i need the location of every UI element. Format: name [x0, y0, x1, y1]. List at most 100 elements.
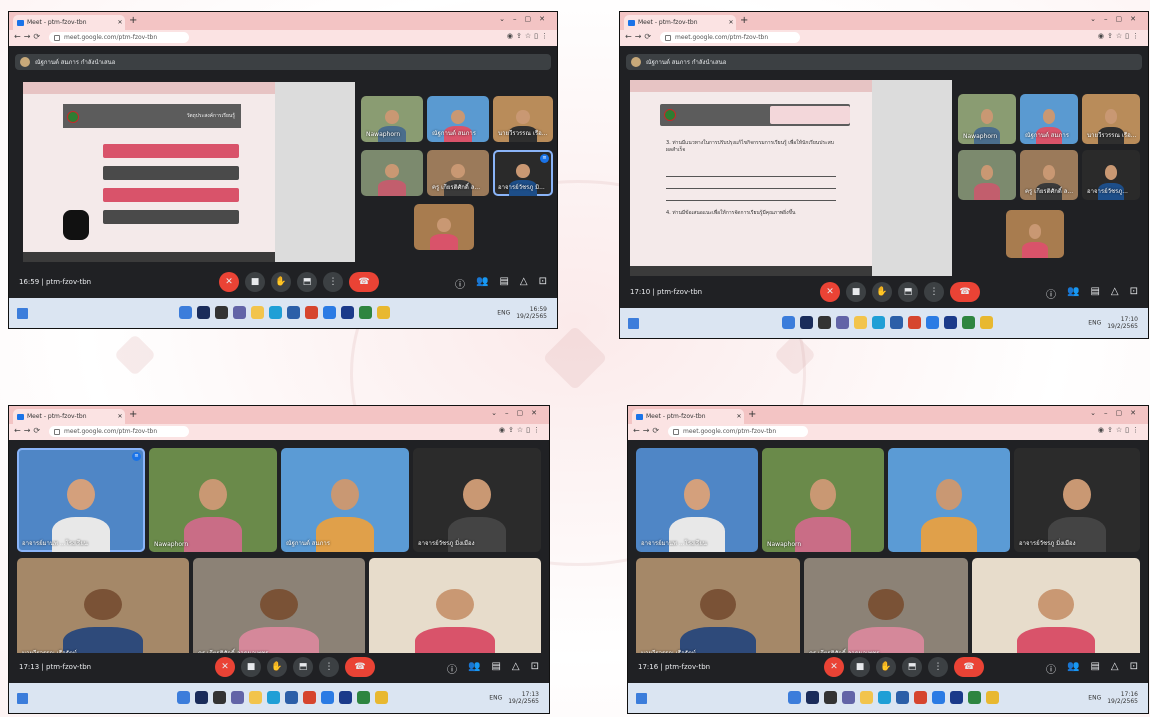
participant-tile[interactable]: นายวีรวรรณ เรือ...: [493, 96, 553, 142]
folder-icon[interactable]: [860, 691, 873, 704]
participant-tile[interactable]: ≡ อาจารย์มานพ ...โรงเรียน: [17, 448, 145, 552]
participant-tile[interactable]: นายวีรวรรณ เรือรัตน์: [636, 558, 800, 662]
window-controls[interactable]: ⌄–▢✕: [1090, 409, 1144, 417]
chat-app-icon[interactable]: [842, 691, 855, 704]
chrome-icon[interactable]: [986, 691, 999, 704]
close-tab-icon[interactable]: ✕: [734, 413, 744, 420]
info-icon[interactable]: ⓘ: [1046, 661, 1056, 676]
hand-icon[interactable]: ✋: [872, 282, 892, 302]
search-icon[interactable]: [195, 691, 208, 704]
hangup-icon[interactable]: ☎: [349, 272, 379, 292]
participant-tile[interactable]: [414, 204, 474, 250]
store-icon[interactable]: [287, 306, 300, 319]
browser-tools[interactable]: ◉⇪☆▯⋮: [499, 426, 543, 434]
app-icon[interactable]: [359, 306, 372, 319]
activities-icon[interactable]: △: [520, 276, 528, 291]
hangup-icon[interactable]: ☎: [950, 282, 980, 302]
browser-tools[interactable]: ◉⇪☆▯⋮: [1098, 32, 1142, 40]
participant-tile[interactable]: [958, 150, 1016, 200]
folder-icon[interactable]: [251, 306, 264, 319]
search-icon[interactable]: [800, 316, 813, 329]
search-icon[interactable]: [806, 691, 819, 704]
present-icon[interactable]: ⬒: [902, 657, 922, 677]
lock-icon[interactable]: ⊡: [1130, 286, 1138, 301]
people-icon[interactable]: 👥: [1067, 286, 1079, 301]
participant-tile[interactable]: ≡ อาจารย์วัชรภู มิ...: [493, 150, 553, 196]
present-icon[interactable]: ⬒: [293, 657, 313, 677]
edge-icon[interactable]: [878, 691, 891, 704]
browser-tab[interactable]: Meet - ptm-fzov-tbn ✕: [632, 409, 744, 424]
url-field[interactable]: meet.google.com/ptm-fzov-tbn: [49, 32, 189, 43]
nav-buttons[interactable]: ←→⟳: [14, 426, 43, 435]
chat-icon[interactable]: ▤: [1090, 286, 1099, 301]
new-tab-button[interactable]: +: [748, 409, 756, 421]
hand-icon[interactable]: ✋: [876, 657, 896, 677]
participant-tile[interactable]: [972, 558, 1140, 662]
info-icon[interactable]: ⓘ: [1046, 286, 1056, 301]
system-tray[interactable]: ENG 16:59 19/2/2565: [497, 306, 547, 320]
window-controls[interactable]: ⌄–▢✕: [1090, 15, 1144, 23]
participant-tile[interactable]: นายวีรวรรณ เรือ...: [1082, 94, 1140, 144]
participant-tile[interactable]: อาจารย์วัชรภู มิ่งเมือง: [413, 448, 541, 552]
participant-tile[interactable]: ครู เกียรติศักดิ์ ลาดนาเพชร: [193, 558, 365, 662]
start-icon[interactable]: [179, 306, 192, 319]
camera-icon[interactable]: ■: [245, 272, 265, 292]
browser-tools[interactable]: ◉⇪☆▯⋮: [507, 32, 551, 40]
nav-buttons[interactable]: ←→⟳: [14, 32, 43, 41]
close-tab-icon[interactable]: ✕: [115, 19, 125, 26]
more-icon[interactable]: ⋮: [323, 272, 343, 292]
people-icon[interactable]: 👥: [476, 276, 488, 291]
participant-tile[interactable]: ครู เกียรติศักดิ์ ล...: [427, 150, 489, 196]
app-icon[interactable]: [950, 691, 963, 704]
more-icon[interactable]: ⋮: [319, 657, 339, 677]
app-icon[interactable]: [932, 691, 945, 704]
participant-tile[interactable]: อาจารย์วัชรภู...: [1082, 150, 1140, 200]
nav-buttons[interactable]: ←→⟳: [625, 32, 654, 41]
search-icon[interactable]: [197, 306, 210, 319]
windows-start-icon[interactable]: [628, 318, 639, 329]
participant-tile[interactable]: นายวีรวรรณ เรือรัตน์: [17, 558, 189, 662]
chat-icon[interactable]: ▤: [499, 276, 508, 291]
windows-start-icon[interactable]: [636, 693, 647, 704]
url-field[interactable]: meet.google.com/ptm-fzov-tbn: [660, 32, 800, 43]
people-icon[interactable]: 👥: [468, 661, 480, 676]
hand-icon[interactable]: ✋: [271, 272, 291, 292]
participant-tile[interactable]: Nawaphorn: [958, 94, 1016, 144]
system-tray[interactable]: ENG 17:16 19/2/2565: [1088, 691, 1138, 705]
activities-icon[interactable]: △: [1111, 661, 1119, 676]
mic-off-icon[interactable]: ✕: [219, 272, 239, 292]
chrome-icon[interactable]: [377, 306, 390, 319]
info-icon[interactable]: ⓘ: [455, 276, 465, 291]
new-tab-button[interactable]: +: [740, 15, 748, 27]
edge-icon[interactable]: [872, 316, 885, 329]
taskview-icon[interactable]: [215, 306, 228, 319]
chat-app-icon[interactable]: [231, 691, 244, 704]
participant-tile[interactable]: ณัฐกานต์ สมภาร: [1020, 94, 1078, 144]
window-controls[interactable]: ⌄–▢✕: [491, 409, 545, 417]
browser-tab[interactable]: Meet - ptm-fzov-tbn ✕: [624, 15, 736, 30]
participant-tile[interactable]: Nawaphorn: [361, 96, 423, 142]
activities-icon[interactable]: △: [512, 661, 520, 676]
new-tab-button[interactable]: +: [129, 15, 137, 27]
participant-tile[interactable]: [361, 150, 423, 196]
system-tray[interactable]: ENG 17:10 19/2/2565: [1088, 316, 1138, 330]
store-icon[interactable]: [896, 691, 909, 704]
app-icon[interactable]: [341, 306, 354, 319]
hangup-icon[interactable]: ☎: [954, 657, 984, 677]
participant-tile[interactable]: ณัฐกานต์ สมภาร: [427, 96, 489, 142]
nav-buttons[interactable]: ←→⟳: [633, 426, 662, 435]
app-icon[interactable]: [323, 306, 336, 319]
windows-start-icon[interactable]: [17, 693, 28, 704]
participant-tile[interactable]: [369, 558, 541, 662]
hand-icon[interactable]: ✋: [267, 657, 287, 677]
close-tab-icon[interactable]: ✕: [726, 19, 736, 26]
start-icon[interactable]: [177, 691, 190, 704]
participant-tile[interactable]: อาจารย์มานพ ...โรงเรียน: [636, 448, 758, 552]
participant-tile[interactable]: ครู เกียรติศักดิ์ ลาดนาเพชร: [804, 558, 968, 662]
windows-start-icon[interactable]: [17, 308, 28, 319]
participant-tile[interactable]: [888, 448, 1010, 552]
close-tab-icon[interactable]: ✕: [115, 413, 125, 420]
store-icon[interactable]: [890, 316, 903, 329]
start-icon[interactable]: [788, 691, 801, 704]
new-tab-button[interactable]: +: [129, 409, 137, 421]
